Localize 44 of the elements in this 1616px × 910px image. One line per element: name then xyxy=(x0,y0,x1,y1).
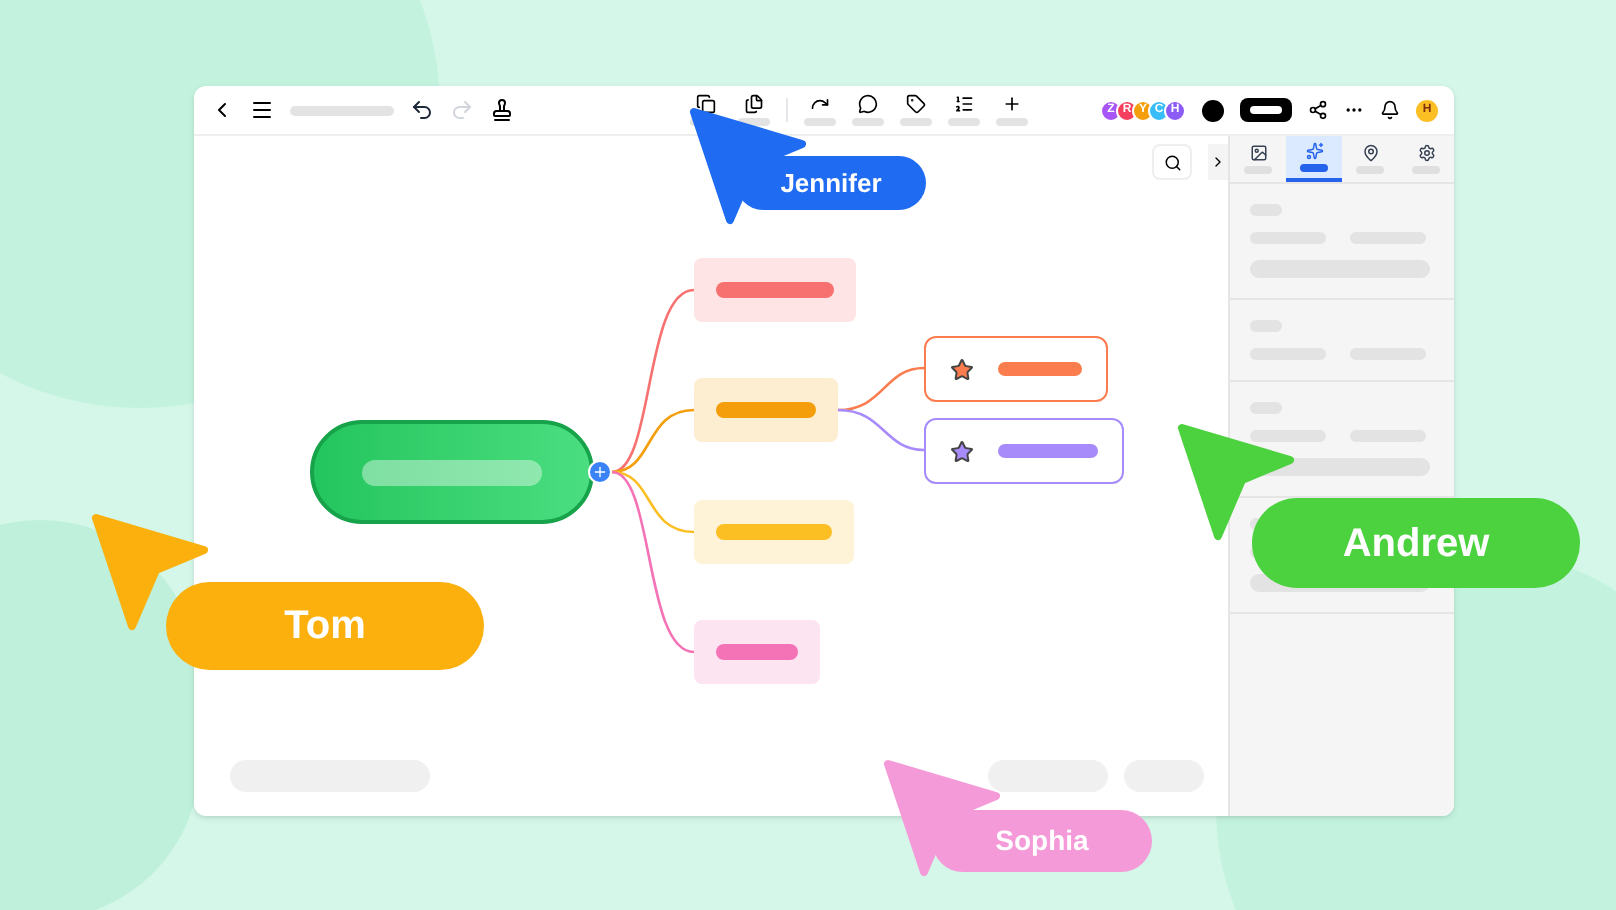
share-button[interactable] xyxy=(1240,98,1292,122)
add-button[interactable] xyxy=(588,460,612,484)
skeleton-bar xyxy=(290,105,394,115)
image-icon xyxy=(1249,144,1267,162)
tool-icon[interactable] xyxy=(810,94,830,114)
notification-icon[interactable] xyxy=(1380,100,1400,120)
branch-node[interactable] xyxy=(694,378,838,442)
search-icon xyxy=(1163,153,1181,171)
cursor-name-tag: Jennifer xyxy=(736,156,926,210)
connector-line xyxy=(837,366,925,412)
menu-icon[interactable] xyxy=(250,98,274,122)
plus-icon xyxy=(592,464,608,480)
root-node[interactable] xyxy=(310,420,594,524)
settings-icon xyxy=(1417,144,1435,162)
chevron-right-icon xyxy=(1210,154,1226,170)
cursor-name-tag: Andrew xyxy=(1252,498,1580,588)
child-node[interactable] xyxy=(924,418,1124,484)
skeleton-bar xyxy=(1250,430,1326,442)
format-painter-icon[interactable] xyxy=(490,98,514,122)
undo-icon[interactable] xyxy=(410,98,434,122)
collapse-button[interactable] xyxy=(1208,144,1228,180)
node-icon[interactable] xyxy=(744,94,764,114)
sparkles-icon xyxy=(1305,142,1323,160)
node-icon[interactable] xyxy=(696,94,716,114)
child-node[interactable] xyxy=(924,336,1108,402)
connector-line xyxy=(837,408,925,452)
branch-node[interactable] xyxy=(694,258,856,322)
star-icon xyxy=(950,439,974,463)
search-button[interactable] xyxy=(1152,144,1192,180)
star-icon xyxy=(950,357,974,381)
panel-tab[interactable] xyxy=(1286,136,1342,182)
cursor-arrow-icon xyxy=(1174,420,1294,544)
cursor-name-tag: Sophia xyxy=(932,810,1152,872)
share-icon[interactable] xyxy=(1308,100,1328,120)
branch-node[interactable] xyxy=(694,620,820,684)
cursor-arrow-icon xyxy=(88,510,208,634)
cursor-arrow-icon xyxy=(880,756,1000,880)
tool-icon[interactable] xyxy=(954,94,974,114)
map-pin-icon xyxy=(1361,144,1379,162)
branch-node[interactable] xyxy=(694,500,854,564)
skeleton-bar xyxy=(988,760,1108,792)
tool-icon[interactable] xyxy=(858,94,878,114)
tool-icon[interactable] xyxy=(1002,94,1022,114)
tool-icon[interactable] xyxy=(906,94,926,114)
